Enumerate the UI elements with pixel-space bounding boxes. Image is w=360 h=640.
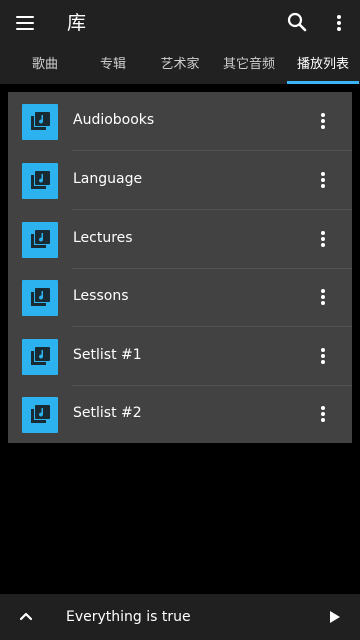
more-vert-icon[interactable] bbox=[310, 399, 336, 429]
now-playing-bar[interactable]: Everything is true bbox=[0, 594, 360, 640]
playlist-icon bbox=[22, 397, 58, 433]
playlist-row[interactable]: Setlist #2 bbox=[8, 385, 352, 443]
active-tab-indicator bbox=[287, 81, 359, 84]
playlist-icon bbox=[22, 222, 58, 258]
playlist-title: Language bbox=[73, 171, 143, 187]
playlist-row[interactable]: Lectures bbox=[8, 210, 352, 269]
play-icon[interactable] bbox=[322, 605, 346, 629]
playlist-title: Setlist #2 bbox=[73, 405, 142, 421]
chevron-up-icon[interactable] bbox=[14, 605, 38, 629]
tab-albums[interactable]: 专辑 bbox=[76, 46, 150, 84]
more-vert-icon[interactable] bbox=[310, 224, 336, 254]
app-bar: 库 歌曲 专辑 艺术家 其它音频 播放列表 bbox=[0, 0, 360, 84]
search-icon[interactable] bbox=[283, 8, 311, 36]
playlist-row[interactable]: Lessons bbox=[8, 268, 352, 327]
playlist-row[interactable]: Audiobooks bbox=[8, 92, 352, 151]
more-vert-icon[interactable] bbox=[310, 341, 336, 371]
more-vert-icon[interactable] bbox=[310, 165, 336, 195]
tab-bar: 歌曲 专辑 艺术家 其它音频 播放列表 bbox=[0, 46, 360, 84]
more-vert-icon[interactable] bbox=[310, 106, 336, 136]
playlist-row[interactable]: Setlist #1 bbox=[8, 327, 352, 386]
page-title: 库 bbox=[67, 12, 87, 34]
playlist-icon bbox=[22, 163, 58, 199]
more-vert-icon[interactable] bbox=[310, 282, 336, 312]
playlist-icon bbox=[22, 339, 58, 375]
tab-other-audio[interactable]: 其它音频 bbox=[211, 46, 287, 84]
more-vert-icon[interactable] bbox=[326, 8, 352, 38]
playlist-icon bbox=[22, 104, 58, 140]
playlist-title: Audiobooks bbox=[73, 112, 155, 128]
now-playing-title: Everything is true bbox=[66, 609, 191, 625]
playlist-title: Lectures bbox=[73, 230, 133, 246]
playlist-title: Setlist #1 bbox=[73, 347, 142, 363]
playlist-list: Audiobooks Language Lectures Lessons Set… bbox=[8, 92, 352, 443]
tab-songs[interactable]: 歌曲 bbox=[8, 46, 82, 84]
playlist-title: Lessons bbox=[73, 288, 129, 304]
playlist-icon bbox=[22, 280, 58, 316]
playlist-row[interactable]: Language bbox=[8, 151, 352, 210]
tab-playlists[interactable]: 播放列表 bbox=[287, 46, 359, 84]
hamburger-menu-icon[interactable] bbox=[10, 8, 40, 38]
toolbar: 库 bbox=[0, 0, 360, 46]
tab-artists[interactable]: 艺术家 bbox=[143, 46, 217, 84]
